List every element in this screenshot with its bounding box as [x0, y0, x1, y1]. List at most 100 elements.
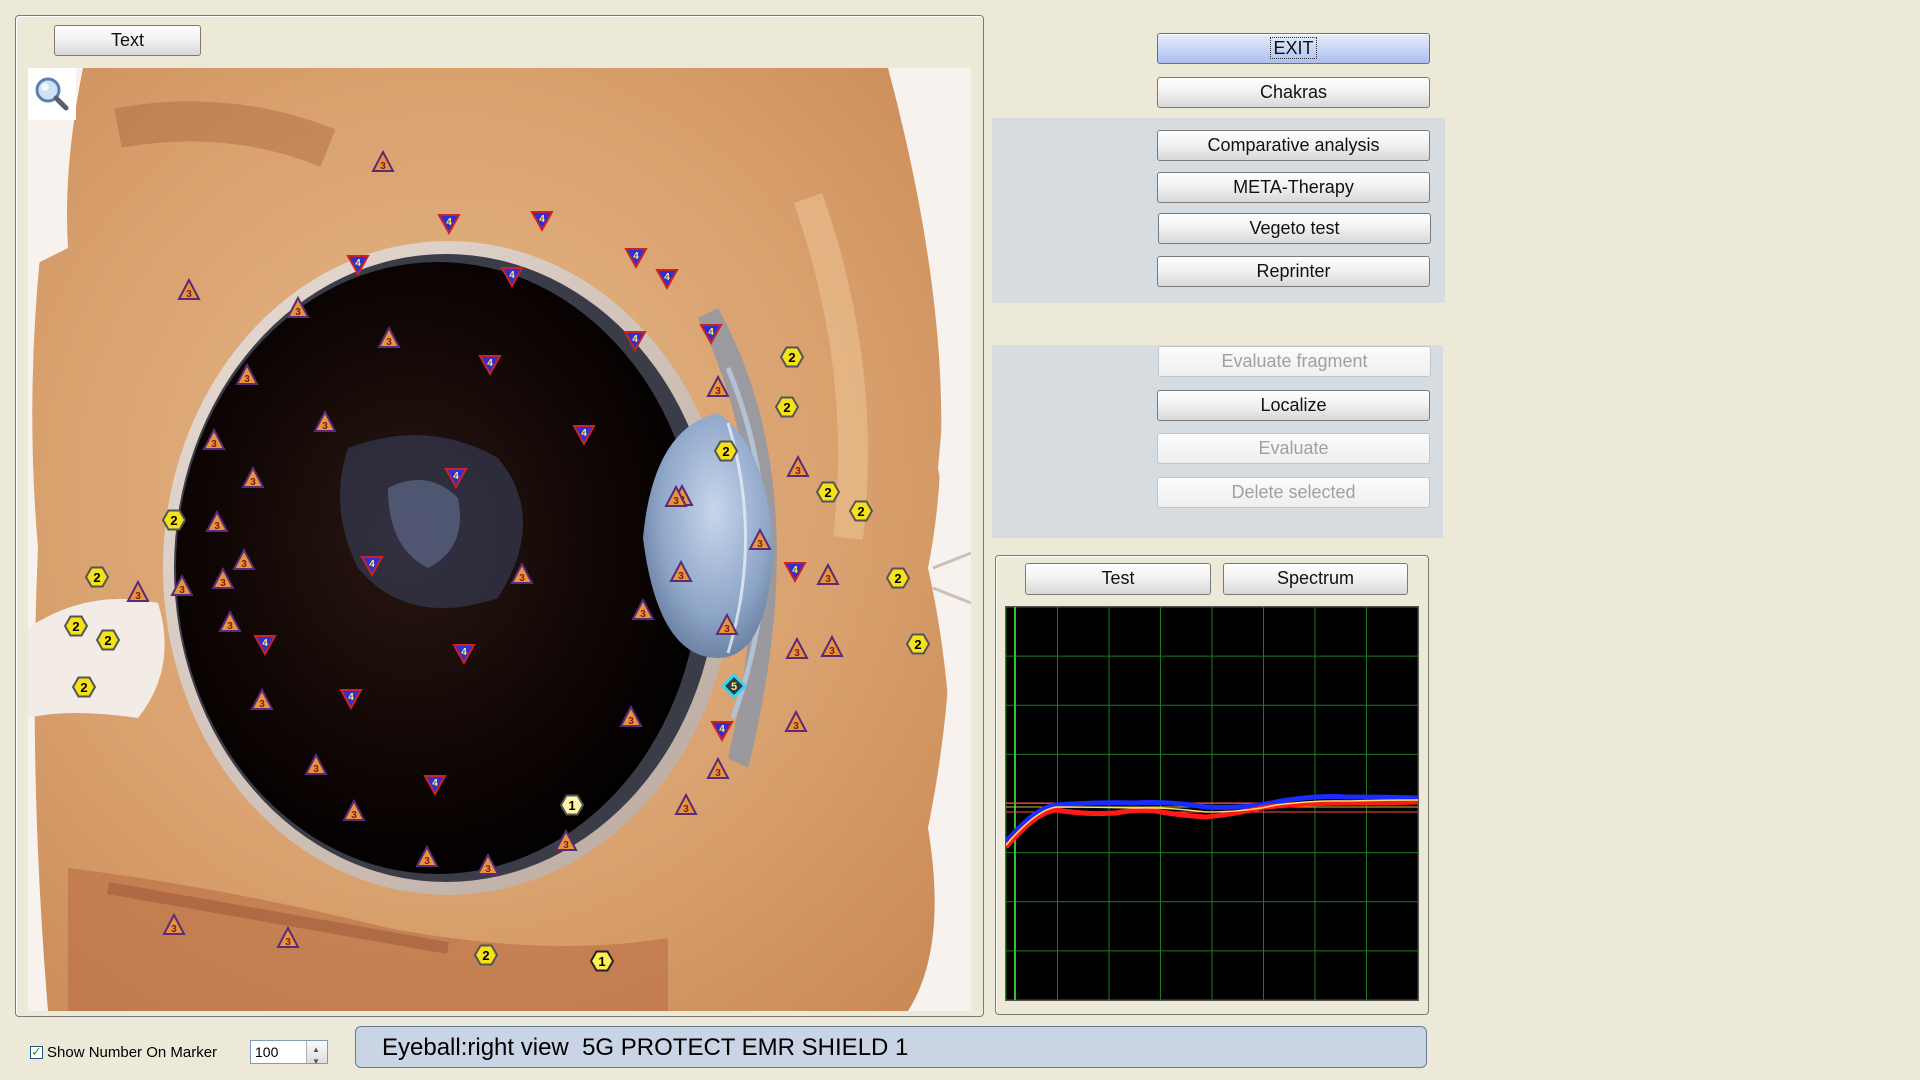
delete-selected-button[interactable]: Delete selected — [1157, 477, 1430, 508]
svg-text:3: 3 — [241, 559, 247, 570]
svg-text:4: 4 — [633, 251, 639, 262]
spinner-arrows-icon[interactable] — [306, 1039, 327, 1073]
marker-hexagon[interactable]: 2 — [161, 509, 187, 531]
localize-button[interactable]: Localize — [1157, 390, 1430, 421]
marker-hexagon[interactable]: 2 — [779, 346, 805, 368]
vegeto-test-button[interactable]: Vegeto test — [1158, 213, 1431, 244]
svg-text:3: 3 — [485, 864, 491, 875]
svg-text:2: 2 — [104, 633, 111, 648]
marker-hexagon[interactable]: 1 — [589, 950, 615, 972]
svg-text:2: 2 — [783, 400, 790, 415]
svg-text:3: 3 — [628, 716, 634, 727]
svg-text:3: 3 — [715, 386, 721, 397]
svg-text:3: 3 — [757, 539, 763, 550]
svg-text:3: 3 — [794, 648, 800, 659]
svg-text:3: 3 — [424, 856, 430, 867]
reprinter-button[interactable]: Reprinter — [1157, 256, 1430, 287]
svg-text:4: 4 — [262, 638, 268, 649]
svg-text:3: 3 — [519, 573, 525, 584]
svg-text:3: 3 — [179, 585, 185, 596]
svg-text:3: 3 — [825, 574, 831, 585]
svg-text:3: 3 — [386, 337, 392, 348]
svg-text:3: 3 — [135, 591, 141, 602]
svg-text:3: 3 — [793, 721, 799, 732]
svg-text:2: 2 — [80, 680, 87, 695]
zoom-box[interactable] — [28, 68, 76, 120]
marker-hexagon[interactable]: 2 — [63, 615, 89, 637]
marker-hexagon[interactable]: 2 — [885, 567, 911, 589]
svg-text:4: 4 — [369, 559, 375, 570]
marker-hexagon[interactable]: 2 — [848, 500, 874, 522]
svg-text:4: 4 — [355, 258, 361, 269]
magnifier-icon[interactable] — [28, 68, 76, 120]
svg-text:2: 2 — [824, 485, 831, 500]
svg-text:4: 4 — [792, 565, 798, 576]
exit-button[interactable]: EXIT — [1157, 33, 1430, 64]
svg-text:2: 2 — [788, 350, 795, 365]
meta-therapy-button[interactable]: META-Therapy — [1157, 172, 1430, 203]
svg-text:3: 3 — [678, 571, 684, 582]
svg-text:3: 3 — [563, 840, 569, 851]
svg-text:3: 3 — [259, 699, 265, 710]
svg-text:1: 1 — [568, 798, 575, 813]
svg-text:2: 2 — [72, 619, 79, 634]
svg-text:4: 4 — [632, 334, 638, 345]
marker-hexagon[interactable]: 2 — [95, 629, 121, 651]
evaluate-button[interactable]: Evaluate — [1157, 433, 1430, 464]
svg-text:4: 4 — [664, 272, 670, 283]
svg-text:2: 2 — [894, 571, 901, 586]
svg-text:2: 2 — [482, 948, 489, 963]
marker-hexagon[interactable]: 2 — [473, 944, 499, 966]
zoom-spinner[interactable]: 100 — [250, 1039, 328, 1073]
svg-text:5: 5 — [731, 681, 737, 693]
svg-text:3: 3 — [640, 609, 646, 620]
marker-hexagon[interactable]: 2 — [905, 633, 931, 655]
text-button[interactable]: Text — [54, 25, 201, 56]
status-bar: Eyeball:right view 5G PROTECT EMR SHIELD… — [355, 1026, 1427, 1068]
status-text: Eyeball:right view 5G PROTECT EMR SHIELD… — [382, 1034, 909, 1061]
marker-hexagon[interactable]: 1 — [559, 794, 585, 816]
svg-text:2: 2 — [722, 444, 729, 459]
svg-text:3: 3 — [250, 477, 256, 488]
svg-text:2: 2 — [914, 637, 921, 652]
svg-text:4: 4 — [348, 692, 354, 703]
svg-text:4: 4 — [539, 214, 545, 225]
show-number-label: Show Number On Marker — [47, 1044, 218, 1061]
svg-text:3: 3 — [673, 496, 679, 507]
show-number-checkbox[interactable] — [30, 1044, 43, 1060]
svg-text:3: 3 — [322, 421, 328, 432]
evaluate-fragment-button[interactable]: Evaluate fragment — [1158, 346, 1431, 377]
marker-hexagon[interactable]: 2 — [71, 676, 97, 698]
svg-text:4: 4 — [487, 358, 493, 369]
svg-text:3: 3 — [724, 624, 730, 635]
svg-text:3: 3 — [683, 804, 689, 815]
svg-text:4: 4 — [719, 724, 725, 735]
svg-text:4: 4 — [446, 217, 452, 228]
svg-text:4: 4 — [708, 327, 714, 338]
chakras-button[interactable]: Chakras — [1157, 77, 1430, 108]
svg-text:4: 4 — [509, 270, 515, 281]
svg-text:1: 1 — [598, 954, 605, 969]
show-number-option[interactable]: Show Number On Marker — [30, 1044, 217, 1061]
eyeball-image[interactable]: 2 2 2 2 2 2 2 2 2 2 2 2 2 1 1 5 3 3 3 3 3 3 3 3 3 3 3 3 3 3 3 3 3 3 3 3 3 3 3 3… — [28, 68, 971, 1011]
svg-text:3: 3 — [351, 810, 357, 821]
marker-hexagon[interactable]: 2 — [84, 566, 110, 588]
zoom-value: 100 — [255, 1044, 279, 1060]
svg-text:2: 2 — [857, 504, 864, 519]
svg-text:3: 3 — [380, 161, 386, 172]
marker-hexagon[interactable]: 2 — [713, 440, 739, 462]
svg-text:4: 4 — [453, 471, 459, 482]
svg-text:3: 3 — [211, 439, 217, 450]
svg-text:3: 3 — [214, 521, 220, 532]
svg-text:3: 3 — [285, 937, 291, 948]
svg-text:3: 3 — [715, 768, 721, 779]
test-button[interactable]: Test — [1025, 563, 1211, 595]
svg-text:4: 4 — [581, 428, 587, 439]
marker-hexagon[interactable]: 2 — [815, 481, 841, 503]
marker-hexagon[interactable]: 2 — [774, 396, 800, 418]
spectrum-button[interactable]: Spectrum — [1223, 563, 1408, 595]
spectrum-graph — [1004, 606, 1419, 1001]
svg-text:3: 3 — [220, 578, 226, 589]
svg-text:3: 3 — [313, 764, 319, 775]
comparative-analysis-button[interactable]: Comparative analysis — [1157, 130, 1430, 161]
